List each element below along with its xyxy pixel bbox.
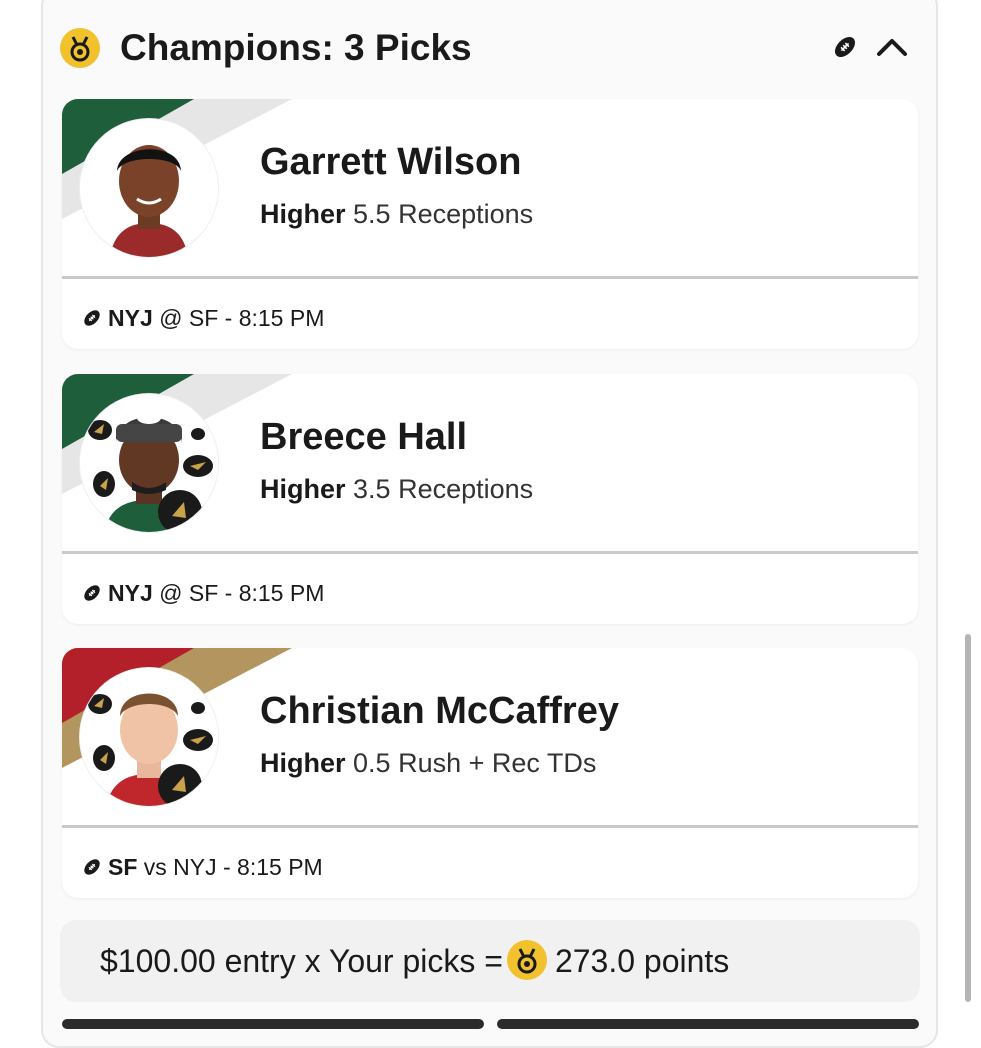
medal-icon bbox=[506, 940, 547, 980]
football-icon bbox=[84, 585, 100, 601]
player-avatar bbox=[80, 394, 218, 532]
pick-stat: 5.5 Receptions bbox=[353, 199, 534, 229]
summary-prefix: $100.00 entry x Your picks = bbox=[100, 943, 503, 979]
football-icon bbox=[834, 36, 856, 58]
summary-text: $100.00 entry x Your picks = 273.0 point… bbox=[100, 940, 729, 982]
card-divider bbox=[62, 276, 918, 279]
pick-direction: Higher bbox=[260, 474, 346, 504]
card-divider bbox=[62, 825, 918, 828]
game-team: SF bbox=[108, 854, 138, 880]
player-name: Christian McCaffrey bbox=[260, 690, 619, 732]
pick-line: Higher 3.5 Receptions bbox=[260, 472, 533, 506]
bottom-button-right[interactable] bbox=[497, 1019, 919, 1029]
pick-card[interactable]: Breece Hall Higher 3.5 Receptions NYJ @ … bbox=[62, 374, 918, 624]
game-matchup: @ SF - 8:15 PM bbox=[159, 580, 325, 606]
panel-header[interactable]: Champions: 3 Picks bbox=[58, 22, 918, 74]
pick-card[interactable]: Garrett Wilson Higher 5.5 Receptions NYJ… bbox=[62, 99, 918, 349]
entry-summary: $100.00 entry x Your picks = 273.0 point… bbox=[60, 920, 920, 1002]
pick-line: Higher 5.5 Receptions bbox=[260, 197, 533, 231]
pick-card[interactable]: Christian McCaffrey Higher 0.5 Rush + Re… bbox=[62, 648, 918, 898]
pick-stat: 3.5 Receptions bbox=[353, 474, 534, 504]
game-info: NYJ @ SF - 8:15 PM bbox=[82, 578, 324, 608]
player-avatar bbox=[80, 668, 218, 806]
game-info: SF vs NYJ - 8:15 PM bbox=[82, 852, 323, 882]
bottom-button-left[interactable] bbox=[62, 1019, 484, 1029]
pick-line: Higher 0.5 Rush + Rec TDs bbox=[260, 746, 596, 780]
card-divider bbox=[62, 551, 918, 554]
game-team: NYJ bbox=[108, 580, 153, 606]
player-avatar bbox=[80, 119, 218, 257]
medal-icon bbox=[60, 28, 100, 68]
summary-points: 273.0 points bbox=[554, 943, 730, 979]
pick-direction: Higher bbox=[260, 748, 346, 778]
player-name: Garrett Wilson bbox=[260, 141, 522, 183]
player-name: Breece Hall bbox=[260, 416, 468, 458]
panel-title: Champions: 3 Picks bbox=[120, 27, 472, 68]
game-info: NYJ @ SF - 8:15 PM bbox=[82, 303, 324, 333]
game-team: NYJ bbox=[108, 305, 153, 331]
football-icon bbox=[84, 310, 100, 326]
football-icon bbox=[84, 859, 100, 875]
chevron-up-icon[interactable] bbox=[876, 34, 908, 60]
pick-stat: 0.5 Rush + Rec TDs bbox=[353, 748, 597, 778]
game-matchup: vs NYJ - 8:15 PM bbox=[143, 854, 323, 880]
scrollbar[interactable] bbox=[965, 634, 971, 1002]
game-matchup: @ SF - 8:15 PM bbox=[159, 305, 325, 331]
pick-direction: Higher bbox=[260, 199, 346, 229]
